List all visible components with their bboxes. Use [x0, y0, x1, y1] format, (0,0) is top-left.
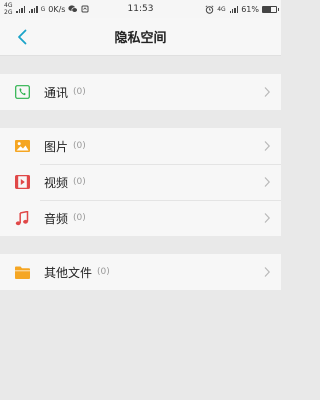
item-count: (0) — [97, 267, 110, 277]
status-bar: 4G 2G G 0K/s 11:53 4G 61% — [0, 0, 281, 18]
chevron-right-icon — [264, 213, 271, 223]
item-count: (0) — [73, 141, 86, 151]
chevron-left-icon — [18, 29, 27, 45]
image-icon — [14, 138, 30, 154]
wechat-icon — [68, 5, 79, 13]
item-label: 视频 — [44, 175, 69, 190]
folder-icon — [14, 264, 30, 280]
chevron-right-icon — [264, 267, 271, 277]
network-right-label: 4G — [217, 5, 226, 13]
list-item-other-files[interactable]: 其他文件 (0) — [0, 254, 281, 290]
title-bar: 隐私空间 — [0, 18, 281, 56]
network-indicator: 4G 2G — [4, 2, 12, 16]
alarm-icon — [205, 4, 214, 14]
item-label: 通讯 — [44, 85, 69, 100]
list-item-images[interactable]: 图片 (0) — [0, 128, 281, 164]
item-label: 其他文件 — [44, 265, 93, 280]
video-icon — [14, 174, 30, 190]
signal-icon — [29, 5, 38, 13]
network-top-label: 4G — [4, 2, 13, 9]
item-count: (0) — [73, 213, 86, 223]
battery-icon — [262, 5, 279, 13]
page-title: 隐私空间 — [114, 31, 167, 46]
item-label: 音频 — [44, 211, 69, 226]
notification-icon — [81, 5, 89, 13]
network-bottom-label: 2G — [4, 9, 13, 16]
clock: 11:53 — [127, 4, 154, 14]
phone-icon — [14, 84, 30, 100]
item-count: (0) — [73, 177, 86, 187]
chevron-right-icon — [264, 141, 271, 151]
list-item-videos[interactable]: 视频 (0) — [0, 164, 281, 200]
status-left: 4G 2G G 0K/s — [4, 2, 89, 16]
list-item-audio[interactable]: 音频 (0) — [0, 200, 281, 236]
section-contacts: 通讯 (0) — [0, 74, 281, 110]
carrier-mark: G — [40, 5, 46, 13]
section-other: 其他文件 (0) — [0, 254, 281, 290]
item-count: (0) — [73, 87, 86, 97]
chevron-right-icon — [264, 87, 271, 97]
signal-icon — [229, 5, 239, 13]
music-icon — [14, 210, 30, 226]
battery-fill — [263, 6, 271, 12]
item-label: 图片 — [44, 139, 69, 154]
speed-label: 0K/s — [48, 4, 66, 14]
back-button[interactable] — [12, 26, 32, 48]
signal-icon — [16, 5, 26, 13]
chevron-right-icon — [264, 177, 271, 187]
list-item-contacts[interactable]: 通讯 (0) — [0, 74, 281, 110]
status-right: 4G 61% — [205, 4, 279, 14]
section-media: 图片 (0) 视频 (0) 音频 (0) — [0, 128, 281, 236]
battery-percent: 61% — [241, 4, 259, 14]
